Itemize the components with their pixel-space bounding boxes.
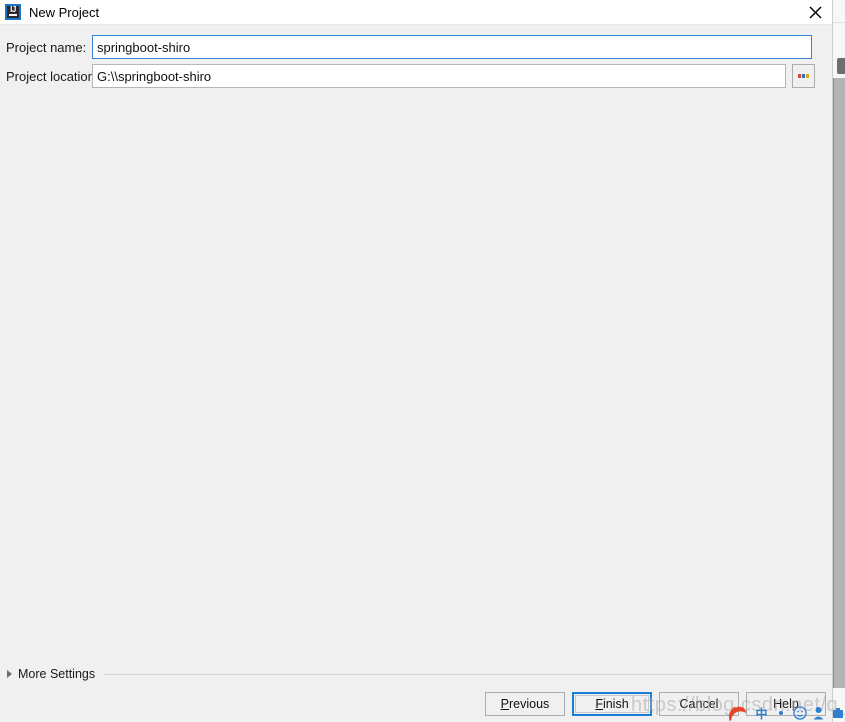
intellij-idea-icon: IJ xyxy=(5,4,21,20)
emoji-panel-icon[interactable] xyxy=(790,704,809,722)
previous-button-mnemonic: P xyxy=(500,697,510,711)
finish-button[interactable]: Finish xyxy=(572,692,652,716)
project-location-row: Project location: xyxy=(0,63,832,89)
new-project-dialog: IJ New Project Project name: Project loc… xyxy=(0,0,832,722)
previous-button-label: revious xyxy=(509,697,550,711)
titlebar-divider xyxy=(0,24,832,25)
background-window xyxy=(832,0,845,722)
project-name-input[interactable] xyxy=(92,35,812,59)
project-location-input[interactable] xyxy=(92,64,786,88)
ime-toolbar[interactable]: 中 xyxy=(726,704,845,722)
project-location-label: Project location: xyxy=(6,68,99,84)
chinese-mode-icon[interactable]: 中 xyxy=(752,704,771,722)
dialog-titlebar: IJ New Project xyxy=(0,0,832,24)
dialog-title: New Project xyxy=(29,4,100,20)
finish-button-mnemonic: F xyxy=(595,697,603,711)
project-name-row: Project name: xyxy=(0,34,832,60)
more-settings-label[interactable]: More Settings xyxy=(18,667,95,681)
cancel-button-label: Cancel xyxy=(679,697,719,711)
chevron-right-icon[interactable] xyxy=(0,670,18,678)
ellipsis-icon xyxy=(798,74,809,78)
toolbox-icon[interactable] xyxy=(828,704,845,722)
more-settings-divider xyxy=(104,673,832,675)
app-icon-underbar xyxy=(9,14,17,16)
user-profile-icon[interactable] xyxy=(809,704,828,722)
finish-button-label: inish xyxy=(602,697,629,711)
background-editor-panel xyxy=(834,78,845,688)
close-icon[interactable] xyxy=(802,1,828,23)
punctuation-mode-icon[interactable] xyxy=(771,704,790,722)
sogou-logo-icon[interactable] xyxy=(726,704,752,722)
background-tab-shape xyxy=(837,58,845,74)
project-name-label: Project name: xyxy=(6,39,87,55)
previous-button[interactable]: Previous xyxy=(485,692,565,716)
dialog-button-bar: Previous Finish Cancel Help xyxy=(0,692,832,722)
browse-folder-button[interactable] xyxy=(792,64,815,88)
background-toolbar-divider xyxy=(833,22,845,23)
more-settings-section[interactable]: More Settings xyxy=(0,664,832,684)
